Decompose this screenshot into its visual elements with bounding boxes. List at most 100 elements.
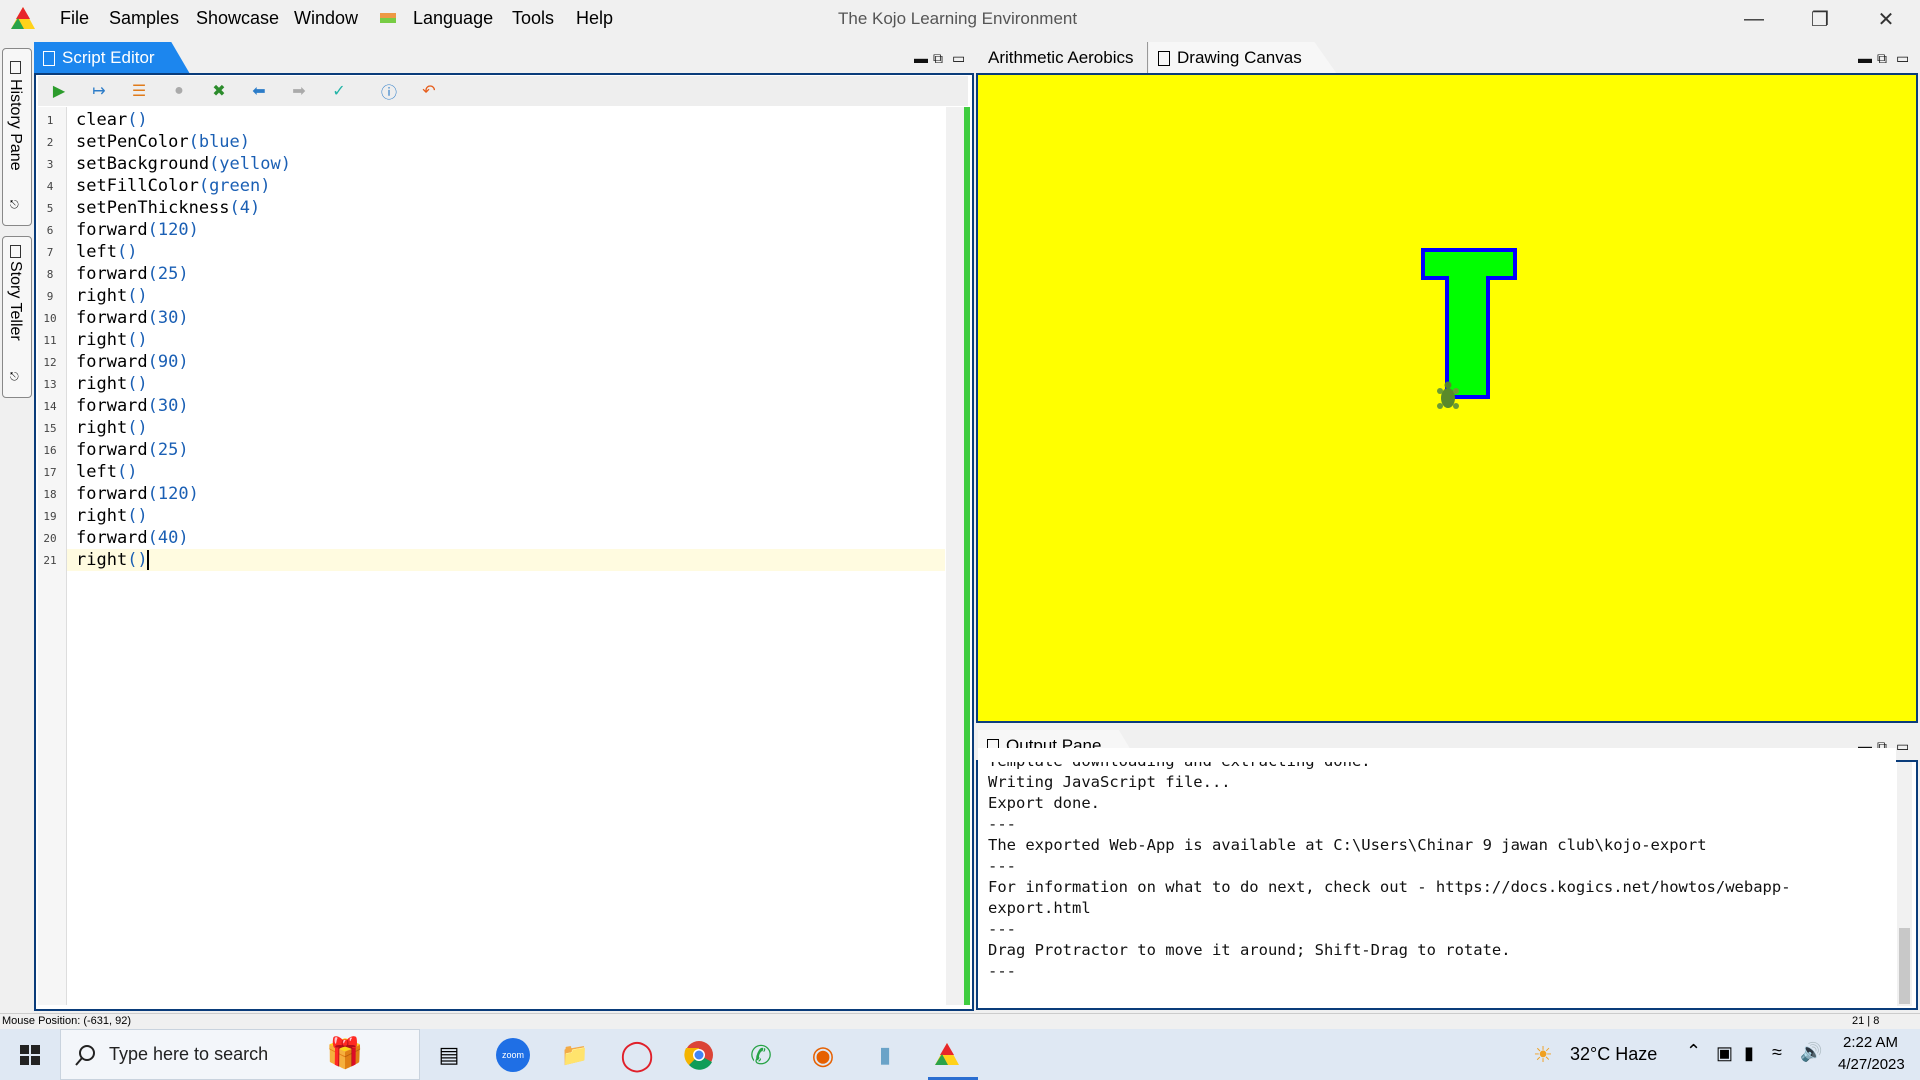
editor-scrollbar[interactable] (946, 107, 964, 1005)
minimize-button[interactable]: — (1726, 4, 1782, 34)
clock-time[interactable]: 2:22 AM (1843, 1034, 1898, 1051)
clock-date[interactable]: 4/27/2023 (1838, 1056, 1905, 1073)
history-back-icon[interactable]: ⬅ (248, 80, 270, 102)
menu-samples[interactable]: Samples (109, 8, 179, 29)
line-number: 14 (43, 400, 57, 413)
code-line[interactable]: forward(30) (76, 396, 189, 416)
output-line: --- (988, 815, 1016, 833)
code-line[interactable]: setPenColor(blue) (76, 132, 250, 152)
code-function: forward (76, 528, 148, 548)
menu-language[interactable]: Language (413, 8, 493, 29)
code-args: () (127, 286, 148, 306)
stop-icon[interactable]: ● (168, 80, 190, 102)
side-tab-history[interactable]: History Pane ⎋ (2, 48, 32, 226)
code-line[interactable]: forward(40) (76, 528, 189, 548)
code-args: () (127, 418, 148, 438)
tab-script-editor[interactable]: Script Editor (34, 42, 190, 74)
code-line[interactable]: right() (76, 506, 148, 526)
code-line[interactable]: right() (76, 286, 148, 306)
code-line[interactable]: right() (76, 550, 148, 570)
float-panel-icon[interactable]: ⧉ (933, 50, 943, 67)
menu-file[interactable]: File (60, 8, 89, 29)
output-scroll-thumb[interactable] (1899, 928, 1910, 1004)
code-function: clear (76, 110, 128, 130)
output-scroll-clip (978, 748, 1896, 762)
tab-arithmetic-aerobics[interactable]: Arithmetic Aerobics (978, 42, 1148, 74)
code-line[interactable]: setBackground(yellow) (76, 154, 291, 174)
code-line[interactable]: forward(30) (76, 308, 189, 328)
task-view-icon[interactable]: ▤ (432, 1038, 466, 1072)
code-line[interactable]: right() (76, 374, 148, 394)
restore-button[interactable]: ❐ (1792, 4, 1848, 34)
run-icon[interactable]: ▶ (48, 80, 70, 102)
line-number: 7 (46, 246, 54, 259)
clear-icon[interactable]: ✖ (208, 80, 230, 102)
float-panel-icon[interactable]: ⧉ (1877, 50, 1887, 67)
code-line[interactable]: left() (76, 242, 137, 262)
trace-icon[interactable]: ☰ (128, 80, 150, 102)
side-tab-history-label: History Pane (7, 79, 24, 171)
code-line[interactable]: right() (76, 418, 148, 438)
code-function: left (76, 462, 117, 482)
whatsapp-icon[interactable]: ✆ (744, 1038, 778, 1072)
tab-drawing-canvas[interactable]: Drawing Canvas (1149, 42, 1337, 74)
line-number: 18 (43, 488, 57, 501)
line-number: 9 (46, 290, 54, 303)
run-worksheet-icon[interactable]: ↦ (88, 80, 110, 102)
code-line[interactable]: forward(25) (76, 440, 189, 460)
code-line[interactable]: clear() (76, 110, 148, 130)
side-tab-story-teller[interactable]: Story Teller ⎋ (2, 236, 32, 398)
line-number: 6 (46, 224, 54, 237)
line-number: 16 (43, 444, 57, 457)
code-args: () (127, 550, 148, 570)
search-box[interactable]: Type here to search 🎁 (60, 1029, 420, 1080)
status-bar: Mouse Position: (-631, 92) 21 | 8 (0, 1013, 1920, 1030)
tab-drawing-canvas-label: Drawing Canvas (1177, 48, 1302, 67)
menu-showcase[interactable]: Showcase (196, 8, 279, 29)
maximize-panel-icon[interactable]: ▭ (1896, 738, 1909, 755)
line-number: 20 (43, 532, 57, 545)
volume-icon[interactable]: 🔊 (1800, 1042, 1822, 1063)
maximize-panel-icon[interactable]: ▭ (952, 50, 965, 67)
code-line[interactable]: forward(120) (76, 220, 199, 240)
close-button[interactable]: ✕ (1858, 4, 1914, 34)
opera-icon[interactable]: ◯ (620, 1038, 654, 1072)
maximize-panel-icon[interactable]: ▭ (1896, 50, 1909, 67)
notepad-icon[interactable]: ▮ (868, 1038, 902, 1072)
drawing-canvas[interactable] (976, 73, 1918, 723)
kojo-taskbar-icon[interactable] (930, 1038, 964, 1072)
chrome-icon[interactable] (682, 1038, 716, 1072)
code-args: (blue) (188, 132, 251, 152)
code-args: () (116, 462, 138, 482)
zoom-icon[interactable]: zoom (496, 1038, 530, 1072)
code-line[interactable]: setPenThickness(4) (76, 198, 260, 218)
meet-icon[interactable]: ▣ (1716, 1043, 1733, 1064)
battery-icon[interactable]: ▮ (1744, 1043, 1754, 1064)
firefox-icon[interactable]: ◉ (806, 1038, 840, 1072)
menu-tools[interactable]: Tools (512, 8, 554, 29)
code-line[interactable]: forward(90) (76, 352, 189, 372)
code-line[interactable]: right() (76, 330, 148, 350)
pin-icon[interactable]: ⎋ (10, 371, 19, 384)
pin-icon[interactable]: ⎋ (10, 199, 19, 212)
minimize-panel-icon[interactable]: ▬ (1858, 50, 1872, 66)
output-scrollbar[interactable] (1897, 762, 1912, 1006)
code-line[interactable]: forward(25) (76, 264, 189, 284)
menu-help[interactable]: Help (576, 8, 613, 29)
file-explorer-icon[interactable]: 📁 (558, 1038, 592, 1072)
history-forward-icon[interactable]: ➡ (288, 80, 310, 102)
code-line[interactable]: setFillColor(green) (76, 176, 270, 196)
code-line[interactable]: left() (76, 462, 137, 482)
format-code-icon[interactable]: ✓ (328, 80, 350, 102)
code-function: forward (76, 308, 148, 328)
chevron-up-icon[interactable]: ⌃ (1686, 1041, 1701, 1062)
output-line: --- (988, 920, 1016, 938)
code-line[interactable]: forward(120) (76, 484, 199, 504)
wifi-icon[interactable]: ≈ (1772, 1042, 1782, 1063)
doc-icon (1158, 51, 1170, 66)
undo-icon[interactable]: ↶ (418, 80, 440, 102)
menu-window[interactable]: Window (294, 8, 358, 29)
minimize-panel-icon[interactable]: ▬ (914, 50, 928, 66)
windows-start-icon[interactable] (20, 1045, 40, 1065)
help-icon[interactable]: ⓘ (378, 80, 400, 102)
